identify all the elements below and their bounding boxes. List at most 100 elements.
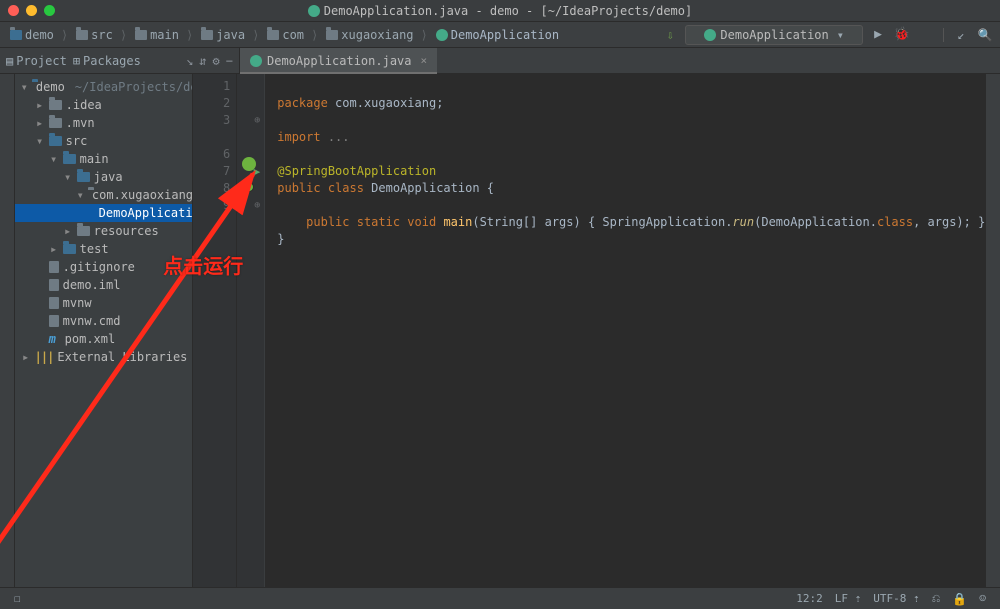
- readonly-lock-icon[interactable]: 🔒: [946, 592, 973, 606]
- file-icon: [49, 297, 59, 309]
- gutter-icons: ⊕ ▶ ⊕: [237, 74, 265, 587]
- status-messages[interactable]: ☐: [8, 592, 27, 605]
- tree-node-demoapplication[interactable]: DemoApplication: [15, 204, 193, 222]
- chevron-right-icon: ⟩: [120, 28, 127, 42]
- run-config-icon: [704, 29, 716, 41]
- tree-node-resources[interactable]: ▸resources: [15, 222, 193, 240]
- breadcrumb-main[interactable]: main⟩: [131, 28, 197, 42]
- breadcrumb-demo[interactable]: demo⟩: [6, 28, 72, 42]
- editor-tab-demoapplication[interactable]: DemoApplication.java ×: [240, 48, 437, 73]
- fold-icon[interactable]: ⊕: [254, 112, 260, 129]
- maven-icon: [49, 330, 61, 348]
- folder-icon: [135, 30, 147, 40]
- line-number[interactable]: [193, 214, 230, 231]
- chevron-right-icon: ⟩: [186, 28, 193, 42]
- breadcrumb-xugaoxiang[interactable]: xugaoxiang⟩: [322, 28, 431, 42]
- project-tree: ▾demo~/IdeaProjects/demo▸.idea▸.mvn▾src▾…: [15, 74, 194, 587]
- breadcrumb-demoapplication[interactable]: DemoApplication: [432, 28, 563, 42]
- build-icon[interactable]: ⇩: [661, 26, 679, 44]
- line-separator[interactable]: LF ⇡: [829, 592, 868, 605]
- folder-icon: [63, 244, 76, 254]
- debug-button[interactable]: 🐞: [893, 26, 911, 44]
- file-icon: [49, 315, 59, 327]
- main-body: ▾demo~/IdeaProjects/demo▸.idea▸.mvn▾src▾…: [0, 74, 1000, 587]
- update-project-icon[interactable]: ↙: [952, 26, 970, 44]
- project-tool-tab[interactable]: ▤Project: [6, 54, 67, 68]
- breadcrumb-src[interactable]: src⟩: [72, 28, 131, 42]
- hector-icon[interactable]: ☺: [973, 592, 992, 605]
- annotation-text: 点击运行: [163, 259, 243, 276]
- window-title-text: DemoApplication.java - demo - [~/IdeaPro…: [324, 4, 692, 18]
- folder-icon: [267, 30, 279, 40]
- tree-node-mvnw-cmd[interactable]: mvnw.cmd: [15, 312, 193, 330]
- line-number[interactable]: [193, 129, 230, 146]
- navigation-bar: demo⟩src⟩main⟩java⟩com⟩xugaoxiang⟩DemoAp…: [0, 22, 1000, 48]
- toolwindow-stripe-left[interactable]: [0, 74, 15, 587]
- tree-node--idea[interactable]: ▸.idea: [15, 96, 193, 114]
- run-config-selector[interactable]: DemoApplication: [685, 25, 863, 45]
- folder-icon: [49, 136, 62, 146]
- line-number[interactable]: 2: [193, 95, 230, 112]
- file-icon: [49, 261, 59, 273]
- tree-node-mvnw[interactable]: mvnw: [15, 294, 193, 312]
- branch-widget[interactable]: ⎌: [926, 592, 947, 606]
- line-number[interactable]: 7: [193, 163, 230, 180]
- editor[interactable]: 123 6789 ⊕ ▶ ⊕ package com.xugaoxiang; im…: [193, 74, 985, 587]
- hide-icon[interactable]: −: [226, 54, 233, 68]
- folder-icon: [49, 118, 62, 128]
- folder-icon: [10, 30, 22, 40]
- breadcrumb-com[interactable]: com⟩: [263, 28, 322, 42]
- run-button[interactable]: ▶: [869, 26, 887, 44]
- code-area[interactable]: package com.xugaoxiang; import ... @Spri…: [265, 74, 985, 587]
- file-encoding[interactable]: UTF-8 ⇡: [867, 592, 925, 605]
- search-icon[interactable]: 🔍: [976, 26, 994, 44]
- breadcrumb-java[interactable]: java⟩: [197, 28, 263, 42]
- tree-root[interactable]: ▾demo~/IdeaProjects/demo: [15, 78, 193, 96]
- libraries-icon: [35, 348, 54, 366]
- titlebar: DemoApplication.java - demo - [~/IdeaPro…: [0, 0, 1000, 22]
- line-number[interactable]: 1: [193, 78, 230, 95]
- tool-tabs-row: ▤Project ⊞Packages ↘ ⇵ ⚙ − DemoApplicati…: [0, 48, 1000, 74]
- window-title: DemoApplication.java - demo - [~/IdeaPro…: [0, 4, 1000, 18]
- tree-node--mvn[interactable]: ▸.mvn: [15, 114, 193, 132]
- editor-tab-label: DemoApplication.java: [267, 54, 412, 68]
- status-bar: ☐ 12:2 LF ⇡ UTF-8 ⇡ ⎌ 🔒 ☺: [0, 587, 1000, 609]
- chevron-right-icon: ⟩: [421, 28, 428, 42]
- close-tab-icon[interactable]: ×: [421, 54, 428, 67]
- folder-icon: [63, 154, 76, 164]
- folder-icon: [77, 172, 90, 182]
- toolwindow-stripe-right[interactable]: [985, 74, 1000, 587]
- java-class-icon: [308, 5, 320, 17]
- fold-icon[interactable]: ⊕: [254, 197, 260, 214]
- line-number[interactable]: 6: [193, 146, 230, 163]
- folder-icon: [326, 30, 338, 40]
- autoscroll-icon[interactable]: ↘: [186, 54, 193, 68]
- chevron-right-icon: ⟩: [61, 28, 68, 42]
- collapse-icon[interactable]: ⇵: [199, 54, 206, 68]
- folder-icon: [201, 30, 213, 40]
- chevron-right-icon: ⟩: [252, 28, 259, 42]
- gear-icon[interactable]: ⚙: [213, 54, 220, 68]
- folder-icon: [76, 30, 88, 40]
- gutter-line-numbers: 123 6789: [193, 74, 237, 587]
- line-number[interactable]: 8: [193, 180, 230, 197]
- caret-position[interactable]: 12:2: [790, 592, 829, 605]
- packages-tool-tab[interactable]: ⊞Packages: [73, 54, 141, 68]
- tree-node-pom-xml[interactable]: pom.xml: [15, 330, 193, 348]
- tree-node-com-xugaoxiang[interactable]: ▾com.xugaoxiang: [15, 186, 193, 204]
- java-class-icon: [250, 55, 262, 67]
- tree-node-src[interactable]: ▾src: [15, 132, 193, 150]
- file-icon: [49, 279, 59, 291]
- java-class-icon: [436, 29, 448, 41]
- folder-icon: [77, 226, 90, 236]
- tree-node-demo-iml[interactable]: demo.iml: [15, 276, 193, 294]
- external-libraries[interactable]: ▸External Libraries: [15, 348, 193, 366]
- tree-node-java[interactable]: ▾java: [15, 168, 193, 186]
- line-number[interactable]: 3: [193, 112, 230, 129]
- chevron-down-icon: [833, 28, 844, 42]
- line-number[interactable]: 9: [193, 197, 230, 214]
- tree-node-main[interactable]: ▾main: [15, 150, 193, 168]
- chevron-right-icon: ⟩: [311, 28, 318, 42]
- stop-button[interactable]: [917, 26, 935, 44]
- folder-icon: [49, 100, 62, 110]
